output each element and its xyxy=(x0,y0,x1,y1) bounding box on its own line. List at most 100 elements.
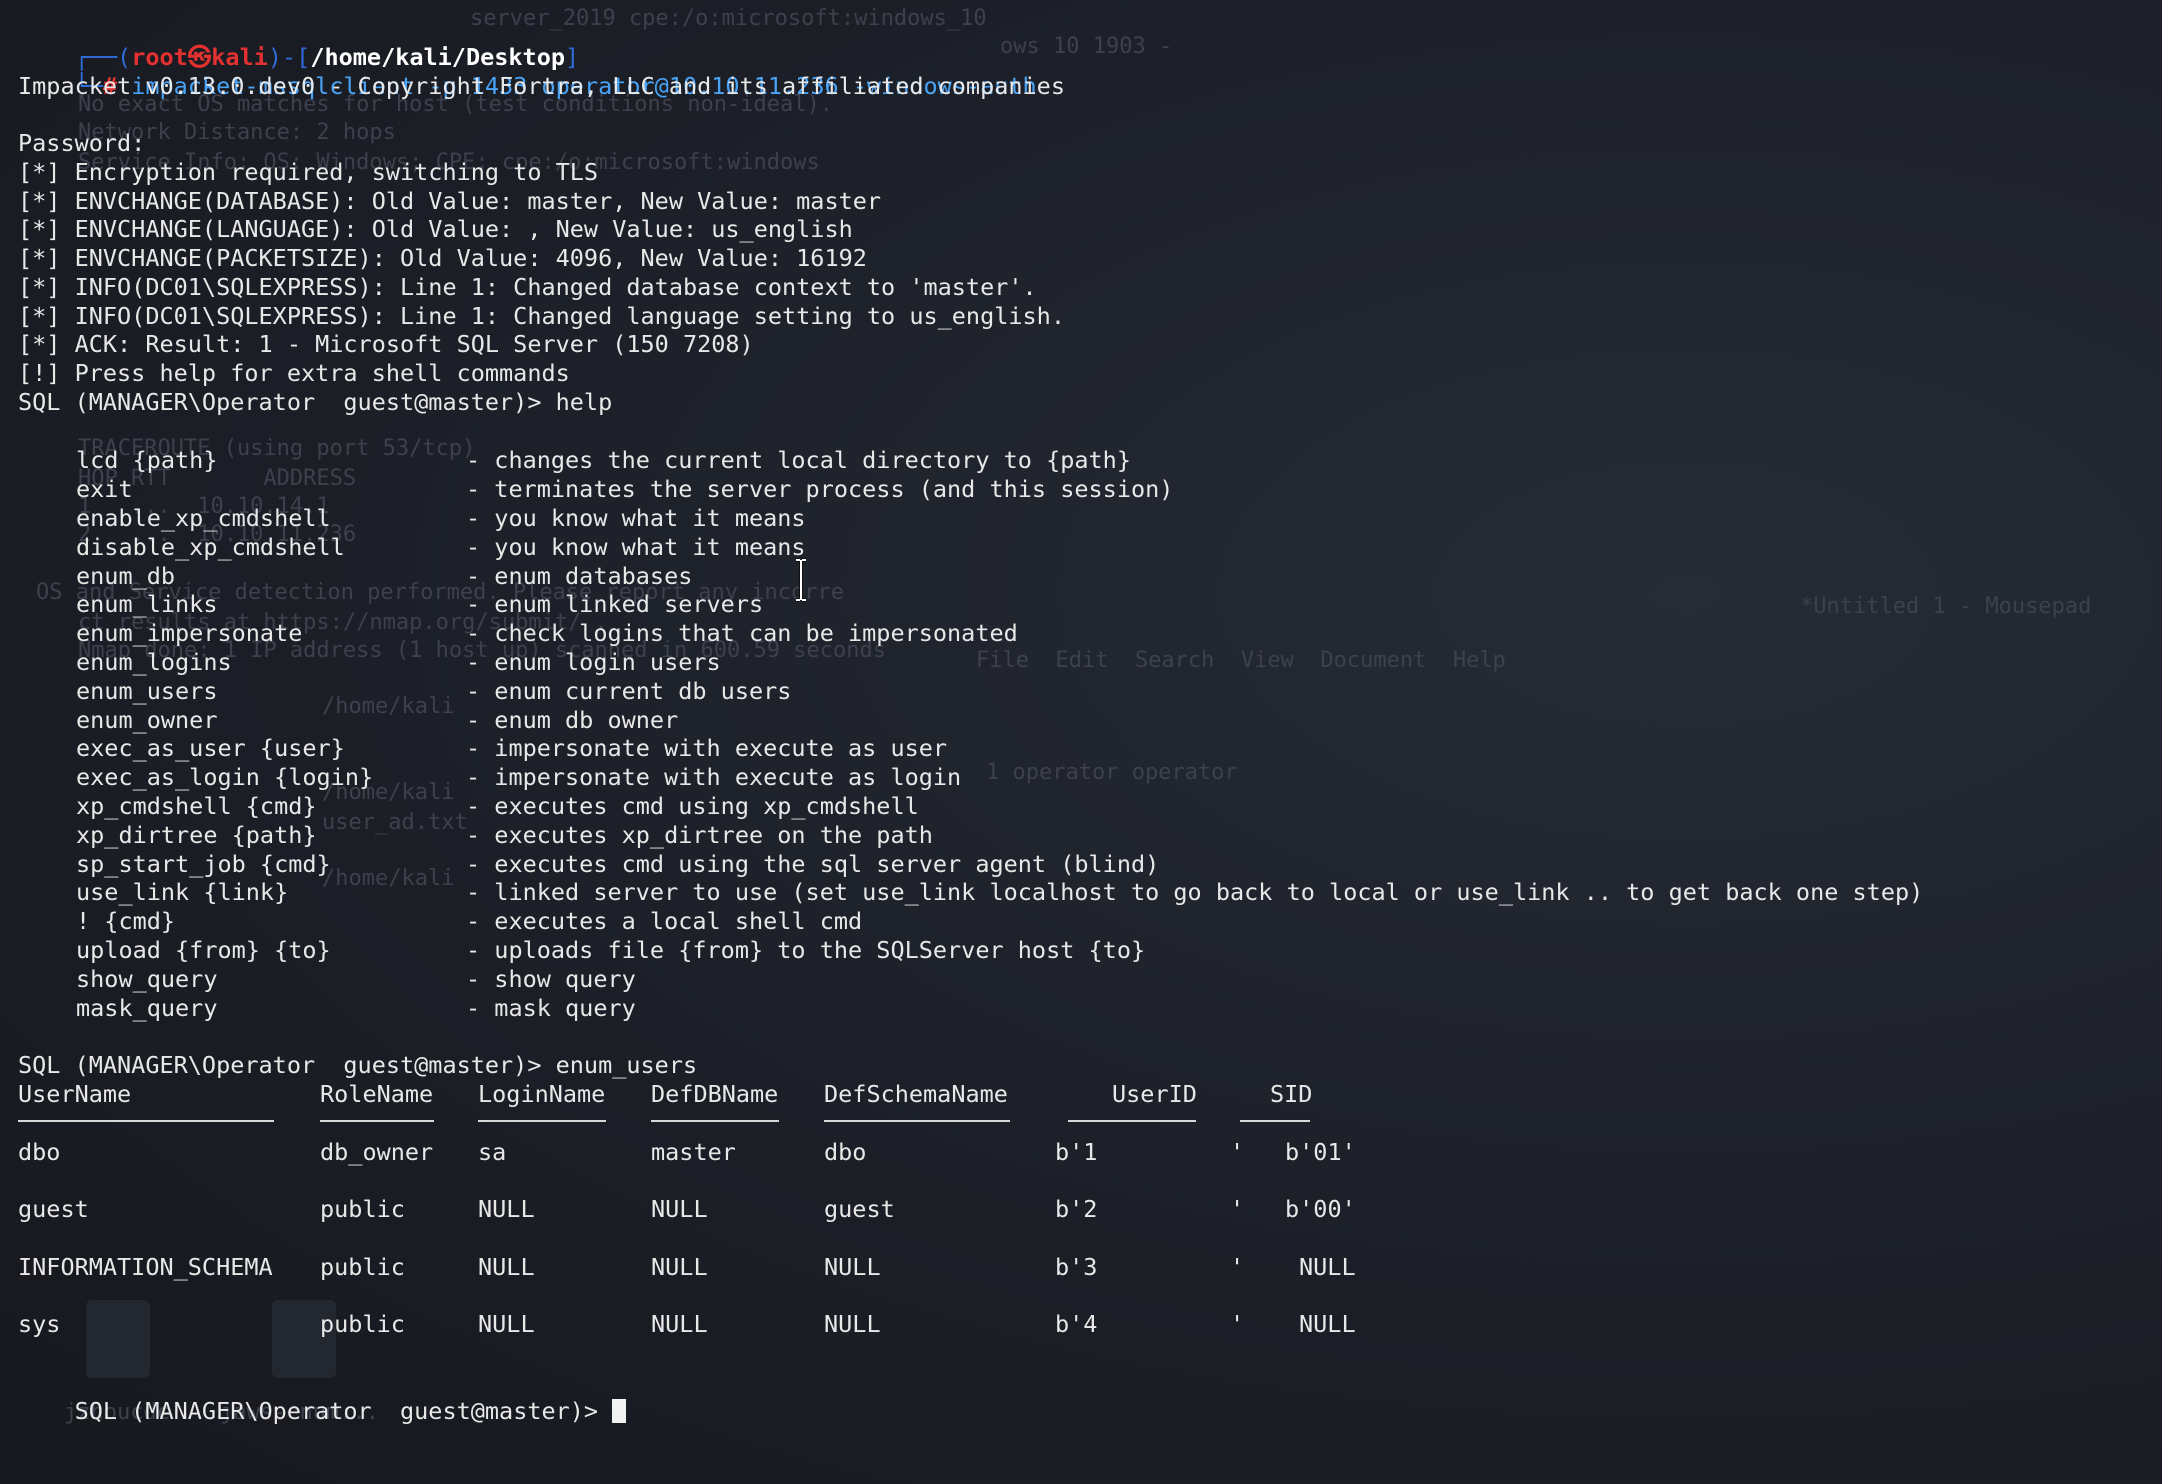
help-desc: - enum login users xyxy=(466,648,721,676)
ibeam-cursor-icon xyxy=(796,558,806,602)
bg-text: user_ad.txt xyxy=(322,810,468,835)
header-underline xyxy=(651,1120,779,1122)
table-cell: NULL xyxy=(478,1253,535,1281)
table-cell: NULL xyxy=(824,1253,881,1281)
header-underline xyxy=(18,1120,274,1122)
bg-file-icon xyxy=(86,1300,150,1378)
sql-prompt-enum-users: SQL (MANAGER\Operator guest@master)> enu… xyxy=(18,1051,698,1079)
table-cell: ' xyxy=(1230,1310,1245,1338)
help-cmd: enum_owner xyxy=(76,706,218,734)
table-cell: NULL xyxy=(1299,1310,1356,1338)
help-desc: - you know what it means xyxy=(466,504,806,532)
table-cell: guest xyxy=(824,1195,895,1223)
table-cell: NULL xyxy=(651,1253,708,1281)
help-cmd: enum_db xyxy=(76,562,176,590)
help-cmd: enum_users xyxy=(76,677,218,705)
command-line: └─# impacket-mssqlclient -p 1433 operato… xyxy=(18,43,1037,100)
help-cmd: ! {cmd} xyxy=(76,907,176,935)
output-line: [*] ACK: Result: 1 - Microsoft SQL Serve… xyxy=(18,330,754,358)
help-desc: - check logins that can be impersonated xyxy=(466,619,1018,647)
help-desc: - enum current db users xyxy=(466,677,792,705)
table-header: LoginName xyxy=(478,1080,606,1108)
help-desc: - executes a local shell cmd xyxy=(466,907,863,935)
help-cmd: enum_links xyxy=(76,590,218,618)
help-desc: - you know what it means xyxy=(466,533,806,561)
table-cell: ' xyxy=(1230,1253,1245,1281)
table-cell: NULL xyxy=(478,1195,535,1223)
bg-text: 1 operator operator xyxy=(986,760,1238,785)
help-desc: - executes cmd using xp_cmdshell xyxy=(466,792,919,820)
sql-input-line[interactable]: SQL (MANAGER\Operator guest@master)> xyxy=(18,1368,627,1425)
help-cmd: mask_query xyxy=(76,994,218,1022)
help-desc: - executes cmd using the sql server agen… xyxy=(466,850,1160,878)
table-cell: dbo xyxy=(824,1138,867,1166)
output-line: [*] ENVCHANGE(DATABASE): Old Value: mast… xyxy=(18,187,882,215)
help-cmd: sp_start_job {cmd} xyxy=(76,850,331,878)
table-cell: public xyxy=(320,1310,405,1338)
table-header: UserName xyxy=(18,1080,132,1108)
help-desc: - impersonate with execute as login xyxy=(466,763,962,791)
table-cell: NULL xyxy=(651,1310,708,1338)
help-cmd: enum_impersonate xyxy=(76,619,303,647)
help-desc: - enum db owner xyxy=(466,706,679,734)
header-underline xyxy=(1068,1120,1196,1122)
bg-text: /home/kali xyxy=(322,866,455,891)
output-line: [*] ENVCHANGE(LANGUAGE): Old Value: , Ne… xyxy=(18,215,853,243)
output-line: [!] Press help for extra shell commands xyxy=(18,359,570,387)
table-cell: b'01' xyxy=(1285,1138,1356,1166)
prompt-line: ┌──(root㉿kali)-[/home/kali/Desktop] xyxy=(18,14,580,71)
table-cell: public xyxy=(320,1195,405,1223)
help-cmd: exec_as_login {login} xyxy=(76,763,374,791)
help-desc: - executes xp_dirtree on the path xyxy=(466,821,933,849)
header-underline xyxy=(824,1120,1010,1122)
table-cell: master xyxy=(651,1138,736,1166)
help-cmd: xp_dirtree {path} xyxy=(76,821,317,849)
table-header: RoleName xyxy=(320,1080,434,1108)
table-cell: NULL xyxy=(824,1310,881,1338)
help-cmd: exec_as_user {user} xyxy=(76,734,345,762)
help-desc: - linked server to use (set use_link loc… xyxy=(466,878,1924,906)
output-line: Impacket v0.13.0.dev0 - Copyright Fortra… xyxy=(18,72,1065,100)
table-cell: public xyxy=(320,1253,405,1281)
table-header: DefDBName xyxy=(651,1080,779,1108)
header-underline xyxy=(320,1120,434,1122)
sql-prompt-help: SQL (MANAGER\Operator guest@master)> hel… xyxy=(18,388,613,416)
table-cell: NULL xyxy=(651,1195,708,1223)
terminal-window[interactable]: server_2019 cpe:/o:microsoft:windows_10 … xyxy=(0,0,2162,1484)
table-cell: INFORMATION_SCHEMA xyxy=(18,1253,273,1281)
help-cmd: use_link {link} xyxy=(76,878,289,906)
header-underline xyxy=(1240,1120,1310,1122)
table-cell: sys xyxy=(18,1310,61,1338)
output-line: [*] Encryption required, switching to TL… xyxy=(18,158,599,186)
help-cmd: disable_xp_cmdshell xyxy=(76,533,345,561)
output-line: Password: xyxy=(18,129,146,157)
table-cell: guest xyxy=(18,1195,89,1223)
table-cell: NULL xyxy=(478,1310,535,1338)
table-cell: NULL xyxy=(1299,1253,1356,1281)
table-cell: db_owner xyxy=(320,1138,434,1166)
help-desc: - impersonate with execute as user xyxy=(466,734,948,762)
table-header: UserID xyxy=(1112,1080,1197,1108)
table-cell: ' xyxy=(1230,1195,1245,1223)
table-header: DefSchemaName xyxy=(824,1080,1008,1108)
table-cell: b'3 xyxy=(1055,1253,1098,1281)
table-header: SID xyxy=(1270,1080,1313,1108)
table-cell: b'4 xyxy=(1055,1310,1098,1338)
table-cell: ' xyxy=(1230,1138,1245,1166)
output-line: [*] INFO(DC01\SQLEXPRESS): Line 1: Chang… xyxy=(18,273,1037,301)
text-cursor[interactable] xyxy=(612,1398,627,1423)
help-cmd: enable_xp_cmdshell xyxy=(76,504,331,532)
help-desc: - show query xyxy=(466,965,636,993)
bg-text: *Untitled 1 - Mousepad xyxy=(1800,594,2092,619)
help-cmd: exit xyxy=(76,475,133,503)
help-cmd: enum_logins xyxy=(76,648,232,676)
help-desc: - enum databases xyxy=(466,562,693,590)
table-cell: b'1 xyxy=(1055,1138,1098,1166)
table-cell: b'2 xyxy=(1055,1195,1098,1223)
output-line: [*] INFO(DC01\SQLEXPRESS): Line 1: Chang… xyxy=(18,302,1065,330)
help-desc: - uploads file {from} to the SQLServer h… xyxy=(466,936,1146,964)
help-cmd: upload {from} {to} xyxy=(76,936,331,964)
help-cmd: show_query xyxy=(76,965,218,993)
help-desc: - terminates the server process (and thi… xyxy=(466,475,1174,503)
header-underline xyxy=(478,1120,606,1122)
